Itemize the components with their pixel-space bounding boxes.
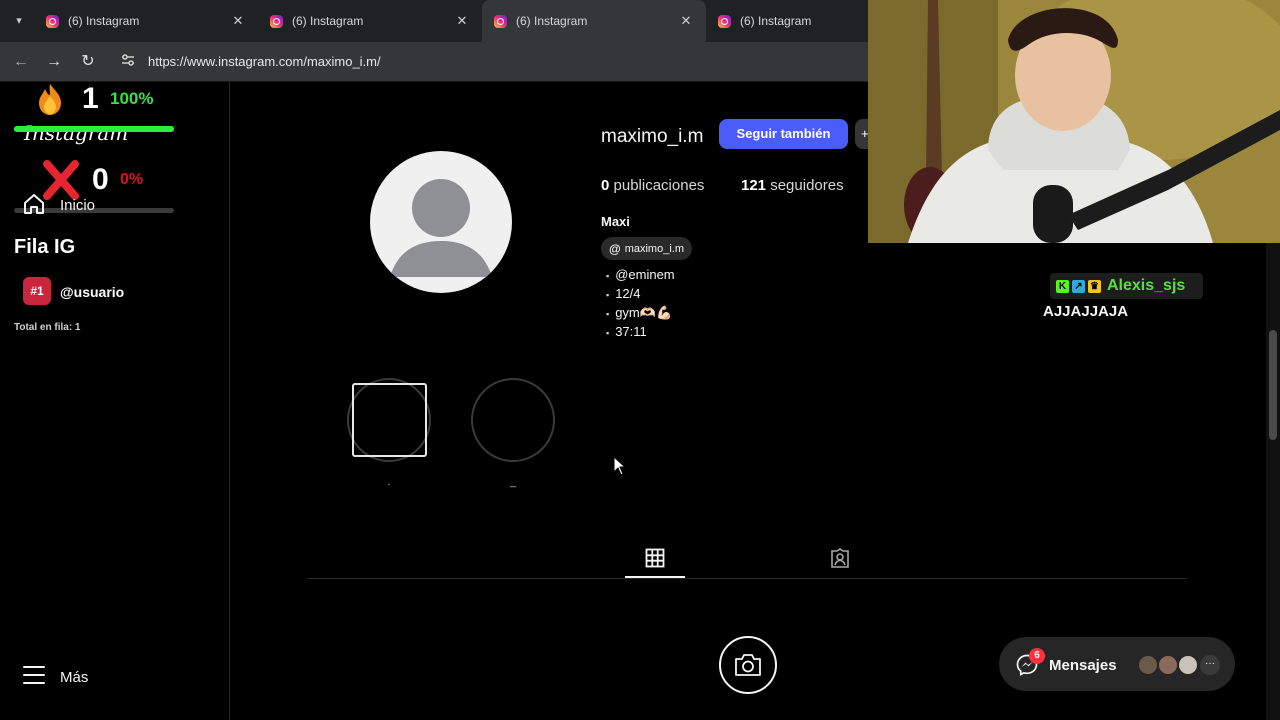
- instagram-favicon-icon: [270, 14, 283, 28]
- bio-line: 37:11: [606, 323, 675, 342]
- instagram-logo: Instagram: [24, 121, 129, 145]
- tab-tagged[interactable]: [810, 542, 870, 578]
- fail-count: 0: [92, 163, 109, 196]
- instagram-favicon-icon: [46, 14, 59, 28]
- home-icon[interactable]: [22, 192, 46, 216]
- hamburger-menu-icon[interactable]: [23, 666, 45, 686]
- highlight-label: _: [509, 476, 517, 488]
- tab-title: (6) Instagram: [516, 14, 588, 28]
- messages-unread-badge: 6: [1029, 648, 1045, 664]
- bio-line: @eminem: [606, 266, 674, 285]
- browser-tab-active[interactable]: (6) Instagram ✕: [482, 0, 706, 42]
- page-scrollbar-thumb[interactable]: [1269, 330, 1277, 440]
- message-avatar: [1138, 655, 1158, 675]
- queue-title: Fila IG: [14, 236, 76, 258]
- message-avatar: [1158, 655, 1178, 675]
- threads-link[interactable]: @ maximo_i.m: [601, 237, 692, 260]
- posts-count: 0: [601, 177, 610, 194]
- back-arrow-icon[interactable]: ←: [9, 50, 33, 74]
- messages-label: Mensajes: [1049, 657, 1117, 674]
- camera-icon: [735, 654, 761, 676]
- tab-title: (6) Instagram: [68, 14, 140, 28]
- sidebar-item-home[interactable]: Inicio: [60, 197, 95, 214]
- tab-close-icon[interactable]: ✕: [230, 13, 246, 29]
- follow-button[interactable]: Seguir también: [719, 119, 848, 149]
- message-avatar: [1178, 655, 1198, 675]
- fail-percent: 0%: [120, 171, 144, 188]
- fail-x-icon: [43, 160, 79, 200]
- bio-line: gym🫶🏻💪🏻: [606, 304, 675, 323]
- queue-total: Total en fila: 1: [14, 322, 81, 333]
- followers-count: 121: [741, 177, 767, 194]
- address-bar: ← → ↻ https://www.instagram.com/maximo_i…: [0, 42, 868, 82]
- forward-arrow-icon[interactable]: →: [42, 50, 66, 74]
- posts-stat: 0 publicaciones: [601, 177, 704, 194]
- bio-line: 12/4: [606, 285, 675, 304]
- queue-user: @usuario: [60, 284, 125, 300]
- streak-percent: 100%: [110, 89, 154, 108]
- instagram-favicon-icon: [494, 14, 507, 28]
- default-avatar-icon: [390, 179, 492, 277]
- tab-search-chevron-icon[interactable]: ▾: [8, 10, 30, 32]
- browser-tab[interactable]: (6) Instagram ✕: [34, 0, 258, 42]
- mouse-cursor-icon: [613, 456, 627, 476]
- followers-label: seguidores: [770, 177, 844, 194]
- highlight-focus-ring: [352, 383, 427, 457]
- chat-message: AJJAJJAJA: [1043, 303, 1129, 320]
- webcam-feed-image: [868, 0, 1280, 243]
- profile-display-name: Maxi: [601, 214, 630, 229]
- browser-tab[interactable]: (6) Instagram ✕: [258, 0, 482, 42]
- sidebar-divider: [229, 82, 230, 720]
- tab-close-icon[interactable]: ✕: [454, 13, 470, 29]
- posts-label: publicaciones: [613, 177, 705, 194]
- browser-tab-bar: ▾ (6) Instagram ✕ (6) Instagram ✕ (6) In…: [0, 0, 868, 42]
- fire-icon: [39, 84, 61, 115]
- profile-avatar[interactable]: [370, 151, 512, 293]
- site-settings-icon[interactable]: [118, 52, 138, 72]
- crown-badge-icon: ♛: [1088, 279, 1101, 293]
- threads-icon: @: [609, 241, 621, 256]
- instagram-favicon-icon: [718, 14, 731, 28]
- sidebar-item-more[interactable]: Más: [60, 669, 88, 686]
- chat-user-row: K ↗ ♛ Alexis_sjs: [1050, 273, 1203, 299]
- subscriber-badge-icon: ↗: [1072, 279, 1085, 293]
- highlight-label: .: [387, 476, 391, 488]
- more-conversations-icon: ···: [1200, 655, 1220, 675]
- reload-icon[interactable]: ↻: [76, 50, 100, 74]
- tagged-icon: [831, 548, 849, 568]
- tab-posts[interactable]: [625, 542, 685, 578]
- streak-count: 1: [82, 82, 99, 115]
- suggested-more-button[interactable]: +: [855, 119, 869, 149]
- share-photos-button[interactable]: [719, 636, 777, 694]
- tab-title: (6) Instagram: [740, 14, 812, 28]
- queue-rank-badge: #1: [23, 277, 51, 305]
- threads-handle: maximo_i.m: [624, 242, 684, 255]
- kick-badge-icon: K: [1056, 279, 1069, 293]
- webcam-overlay: [868, 0, 1280, 243]
- followers-stat[interactable]: 121 seguidores: [741, 177, 844, 194]
- url-field[interactable]: https://www.instagram.com/maximo_i.m/: [148, 54, 381, 69]
- page-scrollbar[interactable]: [1266, 243, 1280, 720]
- profile-username: maximo_i.m: [601, 126, 704, 147]
- profile-bio: @eminem 12/4 gym🫶🏻💪🏻 37:11: [606, 266, 675, 342]
- streak-progress-fill: [14, 126, 174, 132]
- browser-tab[interactable]: (6) Instagram: [706, 0, 868, 42]
- story-highlight[interactable]: [471, 378, 555, 462]
- chat-username: Alexis_sjs: [1107, 277, 1186, 294]
- tab-close-icon[interactable]: ✕: [678, 13, 694, 29]
- tab-title: (6) Instagram: [292, 14, 364, 28]
- streak-progress-bar: [14, 126, 174, 132]
- tabs-divider: [307, 578, 1187, 579]
- grid-icon: [645, 548, 665, 568]
